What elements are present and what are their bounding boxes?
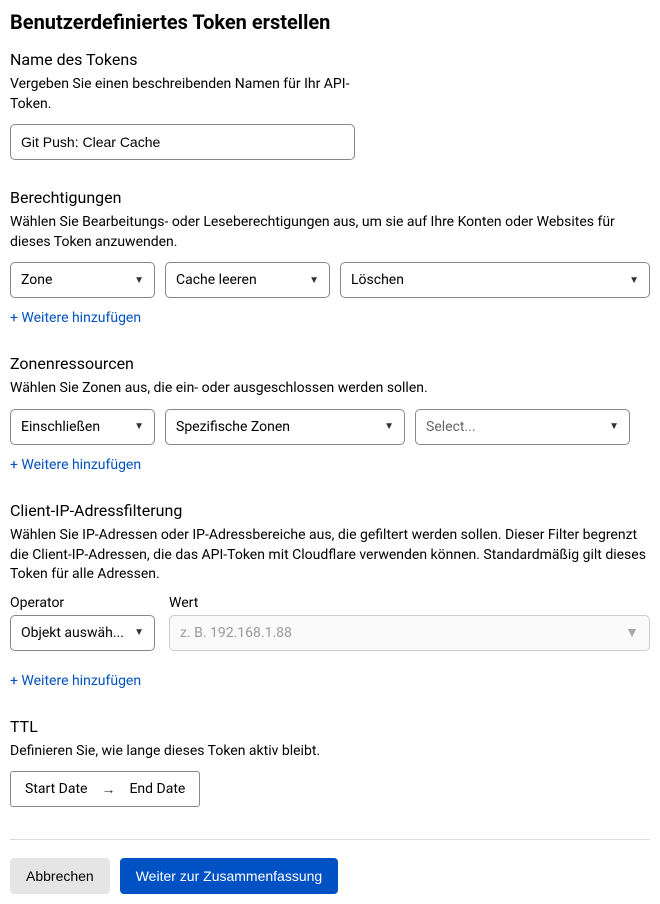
footer-divider <box>10 839 650 840</box>
permissions-section: Berechtigungen Wählen Sie Bearbeitungs- … <box>10 188 650 326</box>
zones-desc: Wählen Sie Zonen aus, die ein- oder ausg… <box>10 379 650 399</box>
ttl-desc: Definieren Sie, wie lange dieses Token a… <box>10 742 650 762</box>
permission-scope-value: Zone <box>21 272 52 288</box>
permissions-title: Berechtigungen <box>10 188 650 207</box>
token-name-title: Name des Tokens <box>10 50 650 69</box>
continue-button[interactable]: Weiter zur Zusammenfassung <box>120 858 338 894</box>
permissions-desc: Wählen Sie Bearbeitungs- oder Leseberech… <box>10 213 650 252</box>
caret-down-icon: ▼ <box>309 275 319 286</box>
caret-down-icon: ▼ <box>625 624 639 641</box>
ip-desc: Wählen Sie IP-Adressen oder IP-Adressber… <box>10 526 650 585</box>
cancel-button[interactable]: Abbrechen <box>10 858 110 894</box>
ip-value-placeholder: z. B. 192.168.1.88 <box>180 625 292 641</box>
zone-type-select[interactable]: Spezifische Zonen ▼ <box>165 409 405 445</box>
ttl-section: TTL Definieren Sie, wie lange dieses Tok… <box>10 717 650 808</box>
add-ip-link[interactable]: + Weitere hinzufügen <box>10 673 141 689</box>
token-name-section: Name des Tokens Vergeben Sie einen besch… <box>10 50 650 160</box>
ip-title: Client-IP-Adressfilterung <box>10 501 650 520</box>
ttl-end-label: End Date <box>129 781 185 797</box>
footer-buttons: Abbrechen Weiter zur Zusammenfassung <box>10 858 650 894</box>
add-permission-link[interactable]: + Weitere hinzufügen <box>10 310 141 326</box>
permission-action-value: Löschen <box>351 272 404 288</box>
zone-include-select[interactable]: Einschließen ▼ <box>10 409 155 445</box>
permission-type-value: Cache leeren <box>176 272 257 288</box>
add-zone-link[interactable]: + Weitere hinzufügen <box>10 457 141 473</box>
zone-type-value: Spezifische Zonen <box>176 419 290 435</box>
ip-section: Client-IP-Adressfilterung Wählen Sie IP-… <box>10 501 650 689</box>
caret-down-icon: ▼ <box>384 421 394 432</box>
ip-operator-select[interactable]: Objekt auswäh... ▼ <box>10 615 155 651</box>
caret-down-icon: ▼ <box>609 421 619 432</box>
zone-value-placeholder: Select... <box>426 419 476 435</box>
caret-down-icon: ▼ <box>629 275 639 286</box>
token-name-input[interactable] <box>10 124 355 160</box>
ip-operator-label: Operator <box>10 595 155 611</box>
zones-title: Zonenressourcen <box>10 354 650 373</box>
token-name-desc: Vergeben Sie einen beschreibenden Namen … <box>10 75 350 114</box>
zone-include-value: Einschließen <box>21 419 100 435</box>
ttl-start-label: Start Date <box>25 781 87 797</box>
caret-down-icon: ▼ <box>134 275 144 286</box>
permission-type-select[interactable]: Cache leeren ▼ <box>165 262 330 298</box>
zones-section: Zonenressourcen Wählen Sie Zonen aus, di… <box>10 354 650 473</box>
page-title: Benutzerdefiniertes Token erstellen <box>10 10 650 34</box>
caret-down-icon: ▼ <box>134 421 144 432</box>
ttl-title: TTL <box>10 717 650 736</box>
ip-value-input[interactable]: z. B. 192.168.1.88 ▼ <box>169 615 650 651</box>
zone-value-select[interactable]: Select... ▼ <box>415 409 630 445</box>
ttl-date-range[interactable]: Start Date → End Date <box>10 771 200 807</box>
caret-down-icon: ▼ <box>134 627 144 638</box>
ip-operator-value: Objekt auswäh... <box>21 625 124 641</box>
permission-scope-select[interactable]: Zone ▼ <box>10 262 155 298</box>
ip-value-label: Wert <box>169 595 650 611</box>
permission-action-select[interactable]: Löschen ▼ <box>340 262 650 298</box>
arrow-right-icon: → <box>101 781 115 798</box>
